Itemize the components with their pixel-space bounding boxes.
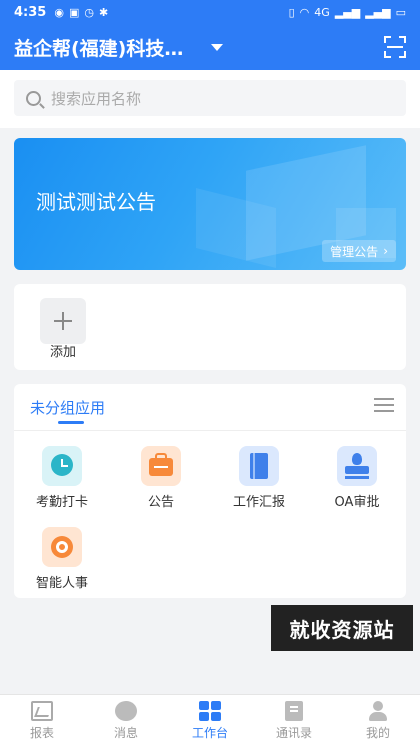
report-icon <box>239 446 279 486</box>
wifi-icon: ◠ <box>299 5 310 19</box>
tab-label: 消息 <box>113 725 138 740</box>
app-attendance[interactable]: 考勤打卡 <box>22 446 102 510</box>
workbench-icon <box>199 700 221 721</box>
tab-label: 通讯录 <box>275 725 312 740</box>
hr-icon <box>42 527 82 567</box>
message-icon <box>115 700 137 721</box>
tab-label: 我的 <box>365 725 390 740</box>
nfc-icon: ▣ <box>68 5 80 19</box>
announcement-banner[interactable]: 测试测试公告 管理公告 › <box>14 138 406 270</box>
banner-title: 测试测试公告 <box>36 190 156 214</box>
status-bar: 4:35 ◉ ▣ ◷ ✱ ▯ ◠ 4G ▂▄▆ ▂▄▆ ▭ <box>0 0 420 24</box>
app-label: 智能人事 <box>35 576 88 591</box>
manage-announcement-button[interactable]: 管理公告 › <box>322 240 396 262</box>
clock-icon <box>42 446 82 486</box>
notice-icon <box>141 446 181 486</box>
tab-label: 报表 <box>29 725 54 740</box>
signal-label: 4G <box>314 5 330 19</box>
divider <box>14 430 406 431</box>
tab-workbench[interactable]: 工作台 <box>168 695 252 746</box>
app-label: 工作汇报 <box>232 495 285 510</box>
eye-icon: ◉ <box>54 5 64 19</box>
app-label: OA审批 <box>334 495 380 510</box>
group-tab-ungrouped[interactable]: 未分组应用 <box>30 397 105 418</box>
signal-icon: ▂▄▆ <box>365 5 391 19</box>
chevron-down-icon[interactable] <box>211 43 224 51</box>
status-right-icons: ▯ ◠ 4G ▂▄▆ ▂▄▆ ▭ <box>289 6 406 19</box>
company-switcher[interactable]: 益企帮(福建)科技… <box>14 34 183 61</box>
app-group-card: 未分组应用 考勤打卡 公告 工作汇报 OA审批 智能人事 <box>14 384 406 598</box>
manage-announcement-label: 管理公告 <box>330 244 379 259</box>
search-icon <box>26 90 41 106</box>
app-label: 公告 <box>147 495 174 510</box>
status-time: 4:35 <box>14 4 47 20</box>
alarm-icon: ◷ <box>84 5 94 19</box>
stamp-icon <box>337 446 377 486</box>
tab-report[interactable]: 报表 <box>0 695 84 746</box>
bluetooth-icon: ✱ <box>98 5 109 19</box>
tab-contacts[interactable]: 通讯录 <box>252 695 336 746</box>
tab-profile[interactable]: 我的 <box>336 695 420 746</box>
contacts-icon <box>285 700 303 721</box>
app-notice[interactable]: 公告 <box>121 446 201 510</box>
profile-icon <box>367 700 389 721</box>
signal-icon: ▂▄▆ <box>334 5 361 19</box>
title-bar: 益企帮(福建)科技… <box>0 24 420 70</box>
app-work-report[interactable]: 工作汇报 <box>219 446 299 510</box>
add-icon[interactable] <box>40 298 86 344</box>
chart-report-icon <box>31 700 53 721</box>
vibrate-icon: ▯ <box>288 5 295 19</box>
status-left-icons: ◉ ▣ ◷ ✱ <box>54 6 108 19</box>
app-oa-approval[interactable]: OA审批 <box>317 446 397 510</box>
battery-icon: ▭ <box>395 5 406 19</box>
app-smart-hr[interactable]: 智能人事 <box>22 527 102 591</box>
app-label: 考勤打卡 <box>35 495 88 510</box>
search-section: 搜索应用名称 <box>0 70 420 128</box>
search-input[interactable]: 搜索应用名称 <box>14 80 406 116</box>
add-label: 添加 <box>49 345 76 360</box>
search-placeholder: 搜索应用名称 <box>51 89 142 108</box>
chevron-right-icon: › <box>383 244 388 258</box>
menu-icon[interactable] <box>374 398 394 412</box>
tab-label: 工作台 <box>191 725 228 740</box>
bottom-tab-bar: 报表 消息 工作台 通讯录 我的 <box>0 694 420 746</box>
tab-indicator <box>58 421 84 424</box>
quick-add-card: 添加 <box>14 284 406 370</box>
tab-messages[interactable]: 消息 <box>84 695 168 746</box>
scan-icon[interactable] <box>384 36 406 58</box>
watermark: 就收资源站 <box>271 605 413 651</box>
